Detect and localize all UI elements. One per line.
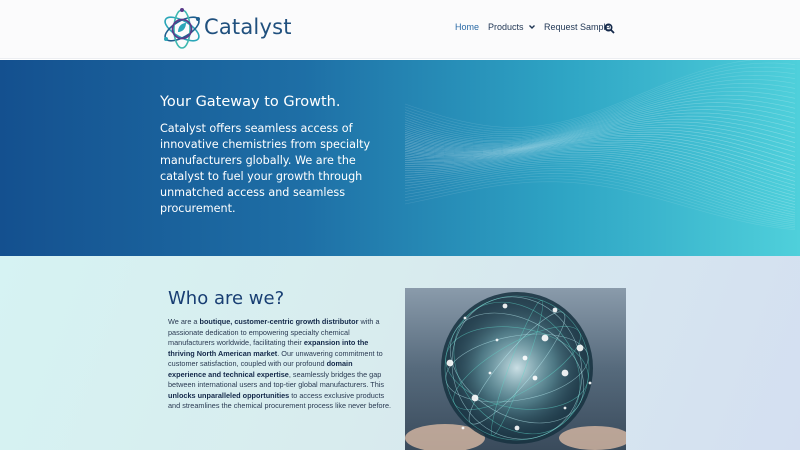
wave-mesh-line	[404, 83, 796, 140]
about-highlight-text: boutique, customer-centric growth distri…	[199, 317, 359, 326]
globe-node-dot	[461, 426, 465, 430]
nav-home[interactable]: Home	[455, 22, 479, 32]
about-text-run: We are a	[168, 317, 200, 326]
globe-node-dot	[463, 316, 467, 320]
globe-node-dot	[561, 369, 569, 377]
about-highlight-text: unlocks unparalleled opportunities	[168, 390, 290, 400]
site-header: Catalyst Home Products Request Sample	[0, 0, 800, 59]
globe-node-dot	[495, 338, 499, 342]
globe-node-dot	[488, 371, 492, 375]
globe-node-dot	[502, 303, 508, 309]
globe-node-dot	[522, 355, 528, 361]
globe-node-dot	[514, 425, 520, 431]
globe-node-dot	[588, 381, 592, 385]
globe-node-dot	[576, 344, 584, 352]
globe-node-dot	[552, 307, 558, 313]
network-globe-image	[405, 288, 626, 450]
about-paragraph: We are a boutique, customer-centric grow…	[168, 317, 392, 412]
wave-mesh-graphic	[404, 60, 796, 230]
nav-products[interactable]: Products	[488, 22, 536, 32]
wave-mesh-line	[404, 112, 796, 150]
hero-banner: Your Gateway to Growth. Catalyst offers …	[0, 60, 800, 256]
globe-node-dot	[563, 406, 567, 410]
globe-node-dot	[541, 334, 549, 342]
wave-mesh-line	[404, 167, 796, 222]
chevron-down-icon	[528, 25, 535, 29]
catalyst-logo-icon[interactable]	[160, 7, 204, 51]
hero-title: Your Gateway to Growth.	[160, 94, 341, 110]
brand-name[interactable]: Catalyst	[204, 15, 292, 39]
nav-request-sample[interactable]: Request Sample	[544, 22, 611, 32]
globe-node-dot	[446, 359, 454, 367]
globe-node-dot	[532, 375, 538, 381]
nav-products-label: Products	[488, 22, 524, 32]
globe-node-dot	[471, 394, 479, 402]
hero-description: Catalyst offers seamless access of innov…	[160, 122, 371, 215]
about-section: Who are we? We are a boutique, customer-…	[0, 256, 800, 450]
about-title: Who are we?	[168, 288, 285, 309]
search-icon[interactable]	[604, 23, 615, 34]
